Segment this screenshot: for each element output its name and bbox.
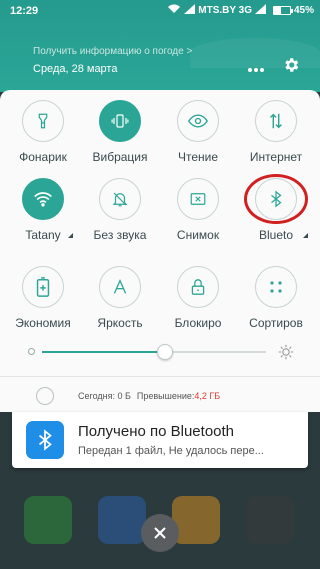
messages-app-icon [172,496,220,544]
tile-vibration[interactable]: Вибрация [80,100,160,172]
status-bar: 12:29 MTS.BY 3G 45% [0,0,320,22]
weather-prompt[interactable]: Получить информацию о погоде > [33,46,192,57]
tile-screenshot[interactable]: Снимок [158,178,238,250]
tile-reading[interactable]: Чтение [158,100,238,172]
data-usage-circle-icon [36,387,54,405]
tile-label: Сортиров [249,316,303,330]
tile-label: Экономия [15,316,71,330]
data-arrows-icon [255,100,297,142]
expand-indicator [303,233,308,238]
tile-internet[interactable]: Интернет [236,100,316,172]
bell-mute-icon [99,178,141,220]
brightness-low-icon [28,348,35,355]
bluetooth-icon [26,421,64,459]
date-label: Среда, 28 марта [33,63,118,75]
battery-percent: 45% [293,5,314,16]
carrier-name: MTS.BY 3G [198,5,252,16]
divider [0,376,320,377]
tile-label: Вибрация [92,150,148,164]
data-today: Сегодня: 0 Б [78,391,131,401]
tile-battery-saver[interactable]: Экономия [3,266,83,338]
data-exceed-value: 4,2 ГБ [194,391,221,401]
brightness-thumb[interactable] [157,344,174,360]
wifi-icon [22,178,64,220]
expand-indicator [68,233,73,238]
tile-flashlight[interactable]: Фонарик [3,100,83,172]
highlight-annotation [244,174,308,224]
tile-label: Фонарик [19,150,67,164]
eye-icon [177,100,219,142]
tile-label: Чтение [177,150,219,164]
tile-wifi[interactable]: Tatany [3,178,83,250]
brightness-track[interactable] [42,344,266,360]
brightness-fill [42,351,166,353]
phone-app-icon [24,496,72,544]
tile-rotation-lock[interactable]: Блокиро [158,266,238,338]
tile-label: Снимок [176,228,220,242]
flashlight-icon [22,100,64,142]
bluetooth-notification[interactable]: Получено по Bluetooth Передан 1 файл, Не… [12,412,308,468]
brightness-slider[interactable] [28,344,294,360]
camera-app-icon [246,496,294,544]
quick-settings-panel: Фонарик Вибрация Чтение Интернет Tatany … [0,90,320,412]
brightness-high-icon [278,344,294,365]
rotation-lock-icon [177,266,219,308]
tile-silent[interactable]: Без звука [80,178,160,250]
tile-label: Блокиро [174,316,222,330]
more-dots-icon[interactable] [248,59,264,77]
notification-text: Передан 1 файл, Не удалось пере... [78,445,264,457]
status-time: 12:29 [10,5,39,17]
gear-icon[interactable] [282,56,300,79]
auto-brightness-icon [99,266,141,308]
tile-label: Интернет [249,150,303,164]
tile-sort[interactable]: Сортиров [236,266,316,338]
signal-icon-2 [254,4,266,17]
notification-shade-header: 12:29 MTS.BY 3G 45% Получить информацию … [0,0,320,92]
battery-saver-icon [22,266,64,308]
tile-label: Яркость [97,316,143,330]
data-usage-row[interactable]: Сегодня: 0 Б Превышение: 4,2 ГБ [36,386,296,406]
vibration-icon [99,100,141,142]
signal-icon [184,4,196,17]
tile-label: Без звука [93,228,147,242]
clear-notifications-button[interactable] [141,514,179,552]
tile-auto-brightness[interactable]: Яркость [80,266,160,338]
data-exceed-label: Превышение: [136,391,195,401]
sort-icon [255,266,297,308]
notification-title: Получено по Bluetooth [78,423,235,440]
browser-app-icon [98,496,146,544]
wifi-status-icon [167,4,181,17]
screenshot-icon [177,178,219,220]
battery-icon [272,6,293,15]
